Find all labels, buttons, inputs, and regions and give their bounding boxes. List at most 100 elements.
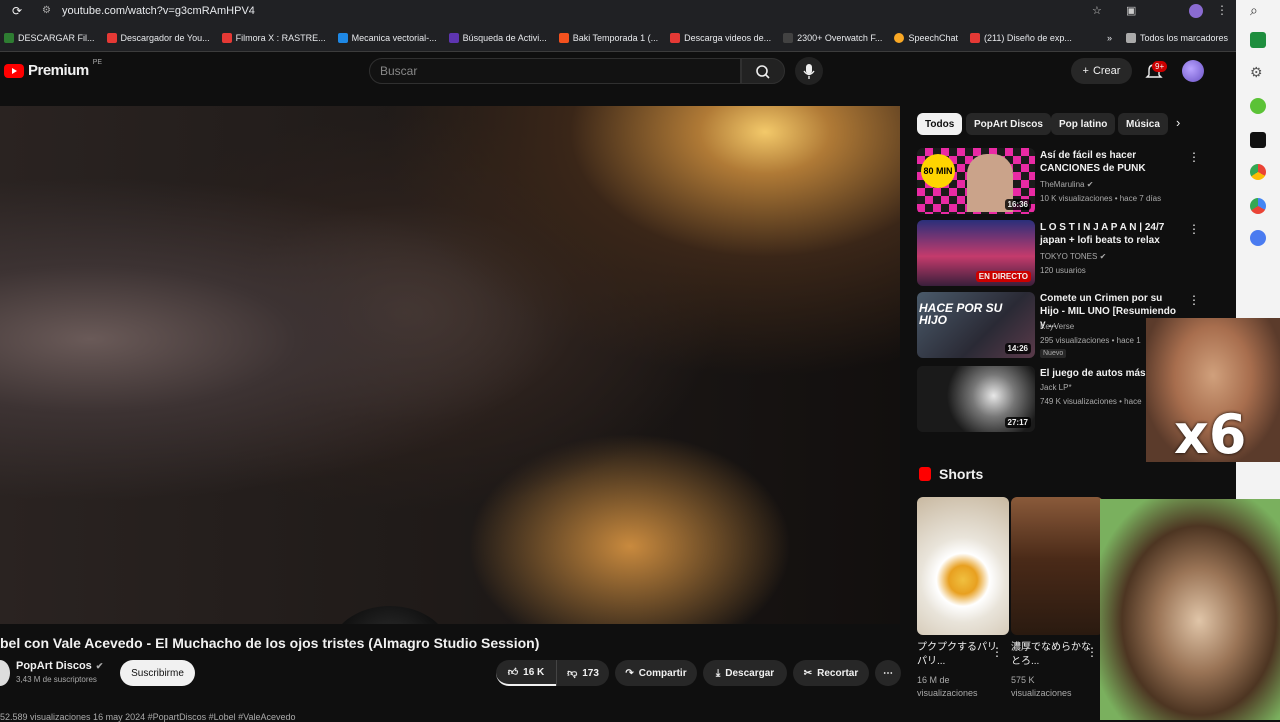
search-icon[interactable]: ⌕ — [1250, 2, 1258, 19]
bookmark-favicon-icon — [337, 32, 348, 43]
shorts-heading: Shorts — [919, 466, 983, 482]
more-bookmarks-icon[interactable]: » — [1107, 33, 1112, 43]
recommendation-thumbnail[interactable]: 80 MIN 16:36 — [917, 148, 1035, 214]
star-icon[interactable]: ☆ — [1092, 4, 1102, 17]
bookmark-item[interactable]: Descargador de You... — [106, 32, 210, 43]
sheets-icon[interactable] — [1250, 32, 1266, 48]
subscribe-button[interactable]: Suscribirme — [120, 660, 195, 686]
folder-icon — [1125, 32, 1136, 43]
more-actions-button[interactable]: ⋯ — [875, 660, 901, 686]
more-vertical-icon[interactable]: ⋮ — [1188, 293, 1200, 307]
chevron-right-icon[interactable]: › — [1176, 115, 1180, 130]
bookmark-item[interactable]: DESCARGAR Fil... — [4, 32, 95, 43]
address-bar[interactable]: youtube.com/watch?v=g3cmRAmHPV4 — [62, 5, 255, 17]
recommendation-title[interactable]: Así de fácil es hacer CANCIONES de PUNK — [1040, 149, 1180, 175]
short-thumbnail[interactable] — [917, 497, 1009, 635]
bookmark-item[interactable]: Mecanica vectorial-... — [337, 32, 437, 43]
bookmark-favicon-icon — [106, 32, 117, 43]
bookmark-favicon-icon — [558, 32, 569, 43]
laughing-man-overlay: x6 — [1146, 318, 1280, 462]
short-title[interactable]: 濃厚でなめらかなとろ... — [1011, 641, 1091, 669]
short-title[interactable]: プクプクするパリパリ... — [917, 641, 997, 669]
duration-badge: 14:26 — [1004, 343, 1031, 354]
subscriber-count: 3,43 M de suscriptores — [16, 675, 97, 684]
channel-name[interactable]: PopArt Discos ✔ — [16, 660, 103, 672]
short-thumbnail[interactable] — [1011, 497, 1103, 635]
chip-popart-discos[interactable]: PopArt Discos — [966, 113, 1051, 135]
recommendation-thumbnail[interactable]: EN DIRECTO — [917, 220, 1035, 286]
create-button[interactable]: + Crear — [1071, 58, 1132, 84]
video-description-meta[interactable]: 52.589 visualizaciones 16 may 2024 #Popa… — [0, 712, 296, 722]
recommendation-views: 120 usuarios — [1040, 266, 1086, 275]
recommendation-channel[interactable]: TheMarulina ✔ — [1040, 180, 1093, 189]
app-icon[interactable] — [1250, 230, 1266, 246]
more-vertical-icon[interactable]: ⋮ — [1188, 222, 1200, 236]
bookmark-favicon-icon — [448, 32, 459, 43]
recommendation-channel[interactable]: Jack LP* — [1040, 383, 1072, 392]
video-player[interactable]: popartdiscos — [0, 106, 900, 624]
search-icon — [756, 65, 770, 79]
notification-badge: 9+ — [1152, 61, 1168, 72]
recommendation-views: 10 K visualizaciones • hace 7 días — [1040, 194, 1162, 203]
thumbs-up-icon: 👍︎ — [507, 667, 519, 678]
search-input[interactable]: Buscar — [369, 58, 741, 84]
bookmark-item[interactable]: Baki Temporada 1 (... — [558, 32, 658, 43]
chip-musica[interactable]: Música — [1118, 113, 1168, 135]
recommendation-thumbnail[interactable]: 27:17 — [917, 366, 1035, 432]
more-vertical-icon[interactable]: ⋮ — [1188, 150, 1200, 164]
live-badge: EN DIRECTO — [975, 271, 1031, 282]
extension-icon[interactable] — [1250, 98, 1266, 114]
thumbs-down-icon: 👎︎ — [567, 668, 578, 679]
chrome-icon[interactable] — [1250, 198, 1266, 214]
like-button[interactable]: 👍︎ 16 K — [496, 660, 556, 686]
reload-icon[interactable]: ⟳ — [12, 4, 22, 18]
bookmarks-bar: DESCARGAR Fil... Descargador de You... F… — [0, 24, 1236, 52]
short-views: 575 K visualizaciones — [1011, 675, 1072, 698]
recommendation-channel[interactable]: TOKYO TONES ✔ — [1040, 252, 1106, 261]
chrome-icon[interactable] — [1250, 164, 1266, 180]
chip-todos[interactable]: Todos — [917, 113, 963, 135]
microphone-icon — [803, 64, 815, 79]
gear-icon[interactable]: ⚙ — [1250, 64, 1263, 81]
channel-avatar[interactable] — [0, 660, 10, 686]
bookmark-item[interactable]: Búsqueda de Activi... — [448, 32, 547, 43]
extensions-icon[interactable]: ▣ — [1126, 4, 1136, 17]
recommendation-views: 295 visualizaciones • hace 1 — [1040, 336, 1141, 345]
recommendation-title[interactable]: L O S T I N J A P A N | 24/7 japan + lof… — [1040, 221, 1180, 247]
browser-topbar: ⟳ ⚙ youtube.com/watch?v=g3cmRAmHPV4 ☆ ▣ … — [0, 0, 1236, 24]
thumbnail-label: 80 MIN — [921, 154, 955, 188]
search-button[interactable] — [741, 58, 785, 84]
bookmark-favicon-icon — [969, 32, 980, 43]
scissors-icon: ✂ — [803, 667, 813, 679]
dislike-button[interactable]: 👎︎ 173 — [556, 660, 609, 686]
voice-search-button[interactable] — [795, 57, 823, 85]
bookmark-item[interactable]: SpeechChat — [894, 32, 958, 43]
avatar[interactable] — [1182, 60, 1204, 82]
recommendation-channel[interactable]: KeyVerse — [1040, 322, 1074, 331]
more-vertical-icon[interactable]: ⋮ — [991, 645, 1003, 659]
share-button[interactable]: ↷ Compartir — [615, 660, 697, 686]
bookmark-favicon-icon — [221, 32, 232, 43]
monkey-overlay — [1100, 499, 1280, 720]
bookmark-item[interactable]: Descarga videos de... — [670, 32, 771, 43]
profile-icon[interactable] — [1189, 4, 1203, 18]
bookmark-item[interactable]: 2300+ Overwatch F... — [783, 32, 882, 43]
shorts-icon — [919, 467, 931, 481]
bookmark-item[interactable]: Filmora X : RASTRE... — [221, 32, 326, 43]
bookmark-item[interactable]: (211) Diseño de exp... — [969, 32, 1072, 43]
chip-pop-latino[interactable]: Pop latino — [1051, 113, 1116, 135]
youtube-logo[interactable]: Premium PE — [4, 59, 102, 79]
short-views: 16 M de visualizaciones — [917, 675, 978, 698]
all-bookmarks[interactable]: Todos los marcadores — [1125, 32, 1228, 43]
u-app-icon[interactable] — [1250, 132, 1266, 148]
recommendation-views: 749 K visualizaciones • hace — [1040, 397, 1142, 406]
verified-icon: ✔ — [1099, 252, 1107, 261]
clip-button[interactable]: ✂ Recortar — [793, 660, 869, 686]
more-vertical-icon[interactable]: ⋮ — [1086, 645, 1098, 659]
site-info-icon[interactable]: ⚙ — [42, 5, 51, 16]
bookmark-favicon-icon — [783, 32, 794, 43]
more-horizontal-icon: ⋯ — [883, 667, 893, 679]
recommendation-thumbnail[interactable]: HACE POR SU HIJO 14:26 — [917, 292, 1035, 358]
menu-icon[interactable]: ⋮ — [1216, 3, 1228, 17]
download-button[interactable]: ⤓ Descargar — [703, 660, 787, 686]
